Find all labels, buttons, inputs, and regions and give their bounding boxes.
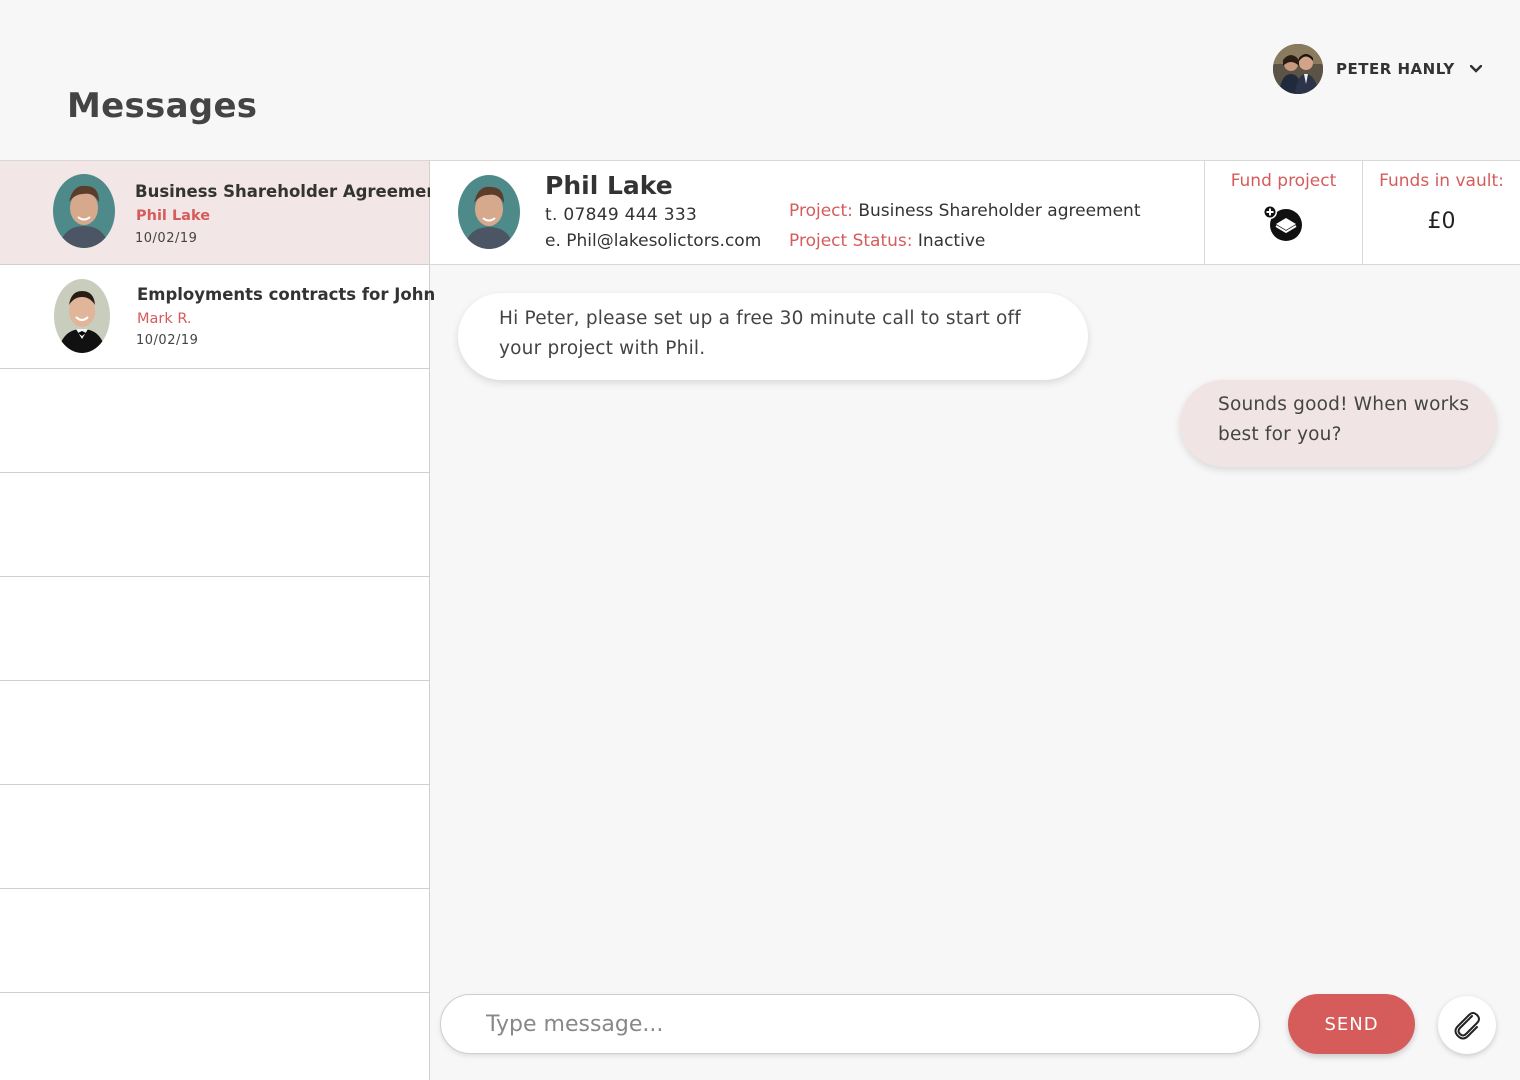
funds-vault-panel: Funds in vault: £0 (1362, 161, 1520, 265)
user-menu[interactable]: PETER HANLY (1273, 44, 1483, 94)
project-status-label: Project Status: (789, 231, 913, 251)
contact-email: e. Phil@lakesolictors.com (545, 231, 762, 251)
user-name[interactable]: PETER HANLY (1336, 60, 1455, 78)
fund-project-label: Fund project (1230, 171, 1337, 191)
conversation-contact: Phil Lake (136, 208, 211, 224)
paperclip-icon (1450, 1008, 1484, 1042)
conversation-date: 10/02/19 (136, 333, 199, 348)
funds-vault-value: £0 (1427, 209, 1456, 234)
contact-name: Phil Lake (545, 171, 673, 200)
list-item (0, 889, 429, 993)
funds-vault-label: Funds in vault: (1379, 171, 1504, 191)
conversation-contact: Mark R. (137, 311, 192, 327)
list-item (0, 369, 429, 473)
contact-avatar (458, 175, 520, 249)
fund-project-panel[interactable]: Fund project (1204, 161, 1362, 265)
message-input[interactable] (440, 994, 1260, 1054)
user-avatar[interactable] (1273, 44, 1323, 94)
project-info: Project: Business Shareholder agreement (789, 201, 1140, 221)
project-status: Project Status: Inactive (789, 231, 985, 251)
avatar (53, 174, 115, 248)
attach-button[interactable] (1438, 996, 1496, 1054)
conversation-title: Employments contracts for John (137, 285, 436, 304)
chevron-down-icon[interactable] (1469, 62, 1483, 76)
project-status-value: Inactive (917, 231, 986, 251)
list-item (0, 473, 429, 577)
project-label: Project: (789, 201, 853, 221)
conversation-date: 10/02/19 (135, 231, 198, 246)
list-item (0, 577, 429, 681)
conversation-list: Business Shareholder Agreement Phil Lake… (0, 160, 446, 1080)
list-item (0, 681, 429, 785)
outgoing-message: Sounds good! When works best for you? (1180, 380, 1497, 467)
incoming-message: Hi Peter, please set up a free 30 minute… (458, 293, 1088, 380)
avatar (54, 279, 110, 353)
chat-header: Phil Lake t. 07849 444 333 e. Phil@lakes… (430, 160, 1520, 265)
conversation-title: Business Shareholder Agreement (135, 182, 446, 201)
page-title: Messages (67, 86, 258, 126)
project-value: Business Shareholder agreement (858, 201, 1141, 221)
add-funds-icon[interactable] (1261, 203, 1305, 243)
contact-phone: t. 07849 444 333 (545, 205, 698, 225)
conversation-item[interactable]: Business Shareholder Agreement Phil Lake… (0, 161, 446, 265)
conversation-item[interactable]: Employments contracts for John Mark R. 1… (0, 265, 435, 369)
send-button[interactable]: SEND (1288, 994, 1415, 1054)
list-item (0, 785, 429, 889)
